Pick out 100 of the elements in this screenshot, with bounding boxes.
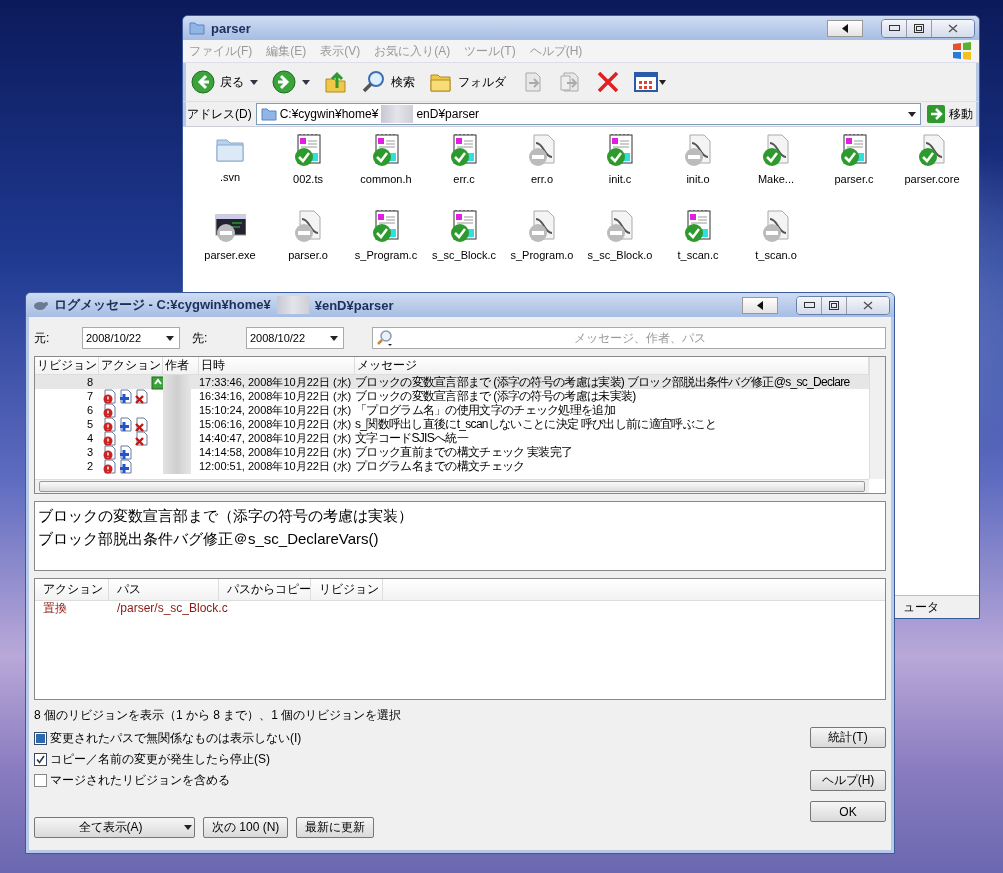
close-button[interactable] [847,296,889,314]
action-button[interactable]: 次の 100 (N) [203,817,289,838]
file-name[interactable]: parser.exe [204,249,256,261]
column-header[interactable]: アクション [35,579,109,600]
notepad-check-icon [682,209,714,243]
column-header[interactable]: 作者 [163,357,199,374]
show-all-split-button[interactable]: 全て表示(A) [34,817,195,838]
file-name[interactable]: 002.ts [293,173,323,185]
option-checkbox[interactable]: コピー／名前の変更が発生したら停止(S) [34,751,810,768]
notepad-check-icon [370,133,402,167]
maximize-button[interactable] [822,296,847,314]
column-header[interactable]: リビジョン [311,579,383,600]
minimize-button[interactable] [882,19,907,37]
document-check-icon [916,133,948,167]
folders-button[interactable]: フォルダ [429,70,506,94]
address-path: C:¥cygwin¥home¥ [279,107,379,121]
file-name[interactable]: parser.c [834,173,874,185]
dropdown-caret-icon[interactable] [908,111,916,117]
file-name[interactable]: .svn [219,171,241,183]
revision-row[interactable]: 6 15:10:24, 2008年10月22日 (水) 「プログラム名」の使用文字のチェック処理を追加 [35,403,869,417]
redacted-block [381,105,414,123]
file-name[interactable]: init.c [608,173,632,185]
close-icon [948,23,958,33]
file-name[interactable]: init.o [686,173,710,185]
horizontal-scrollbar[interactable] [35,479,869,493]
document-minus-icon [760,209,792,243]
close-icon [863,300,873,310]
message-cell-text: s_関数呼出し直後にt_scanしないことに決定 呼び出し前に適宜呼ぶこと [355,417,718,431]
search-field[interactable]: メッセージ、作者、パス [372,327,886,349]
date-cell-text: 15:06:16, 2008年10月22日 (水) [199,417,353,432]
revision-row[interactable]: 8 17:33:46, 2008年10月22日 (水) ブロックの変数宣言部まで (添字の符号の考慮は実装) ブロック部脱出条件バグ修正@s_sc_Declare [35,375,869,389]
column-header[interactable]: リビジョン [35,357,99,374]
column-header[interactable]: パス [109,579,219,600]
maximize-button[interactable] [907,19,932,37]
minimize-button[interactable] [797,296,822,314]
from-date-picker[interactable]: 2008/10/22 [82,327,180,349]
column-header[interactable]: アクション [99,357,163,374]
file-name[interactable]: err.c [453,173,475,185]
notepad-check-icon [448,209,480,243]
caret-icon[interactable] [250,79,258,85]
file-name[interactable]: err.o [531,173,553,185]
action-button[interactable]: 最新に更新 [296,817,375,838]
address-path: enD¥parser [416,107,480,121]
option-checkbox[interactable]: マージされたリビジョンを含める [34,772,810,789]
from-label: 元: [34,329,51,347]
column-header[interactable]: パスからコピー [219,579,311,600]
message-cell-text: 「プログラム名」の使用文字のチェック処理を追加 [355,403,616,418]
revision-number: 3 [85,445,94,460]
column-header[interactable]: 日時 [199,357,355,374]
message-text-area[interactable]: ブロックの変数宣言部まで（添字の符号の考慮は実装） ブロック部脱出条件バグ修正＠s_sc_DeclareVars() [34,501,886,571]
back-button[interactable]: 戻る [191,70,244,94]
file-name[interactable]: parser.core [904,173,960,185]
file-name[interactable]: s_sc_Block.o [587,249,653,261]
document-minus-icon [604,209,636,243]
status-text: 8 個のリビジョンを表示（1 から 8 まで）、1 個のリビジョンを選択 [34,707,403,724]
collapse-button[interactable] [742,296,778,314]
revision-row[interactable]: 2 12:00:51, 2008年10月22日 (水) プログラム名までの構文チェック [35,459,869,473]
dialog-button[interactable]: 統計(T) [810,727,886,748]
date-cell-text: 12:00:51, 2008年10月22日 (水) [199,459,353,474]
revision-number: 4 [85,431,94,446]
grid-view-icon[interactable] [634,72,666,92]
file-name[interactable]: common.h [360,173,412,185]
checkmark-icon [36,755,45,764]
close-button[interactable] [932,19,974,37]
document-minus-icon [682,133,714,167]
date-cell-text: 14:14:58, 2008年10月22日 (水) [199,445,353,460]
search-button[interactable]: 検索 [362,70,415,94]
vertical-scrollbar[interactable] [869,357,885,479]
file-name[interactable]: t_scan.o [755,249,797,261]
address-field[interactable]: C:¥cygwin¥home¥ enD¥parser [255,103,921,125]
to-date-picker[interactable]: 2008/10/22 [246,327,344,349]
file-name[interactable]: s_sc_Block.c [431,249,497,261]
delete-x-icon[interactable] [596,70,620,94]
file-name[interactable]: Make... [757,173,795,185]
document-minus-icon [526,209,558,243]
notepad-check-icon [370,209,402,243]
window-title: ¥enD¥parser [314,297,394,313]
notepad-check-icon [448,133,480,167]
notepad-check-icon [838,133,870,167]
date-cell-text: 17:33:46, 2008年10月22日 (水) [199,375,353,390]
option-checkbox[interactable]: 変更されたパスで無関係なものは表示しない(I) [34,730,810,747]
revision-number: 6 [85,403,94,418]
collapse-button[interactable] [827,19,863,37]
status-bar-text: ュータ [903,598,939,616]
dropdown-caret-icon [166,335,174,341]
file-name[interactable]: s_Program.c [354,249,418,261]
go-button[interactable]: 移動 [925,105,975,123]
revision-number: 5 [85,417,94,432]
file-name[interactable]: s_Program.o [510,249,574,261]
path-cell-text: /parser/s_sc_Block.c [116,601,229,616]
document-minus-icon [292,209,324,243]
caret-icon[interactable] [302,79,310,85]
window-title: parser [211,20,251,36]
redacted-block [276,296,309,314]
dialog-button[interactable]: OK [810,801,886,822]
message-cell-text: ブロックの変数宣言部まで (添字の符号の考慮は実装) ブロック部脱出条件バグ修正@s_sc_Declare [355,375,851,389]
file-name[interactable]: t_scan.c [677,249,719,261]
triangle-icon [842,23,848,33]
dialog-button[interactable]: ヘルプ(H) [810,770,886,791]
file-name[interactable]: parser.o [288,249,328,261]
